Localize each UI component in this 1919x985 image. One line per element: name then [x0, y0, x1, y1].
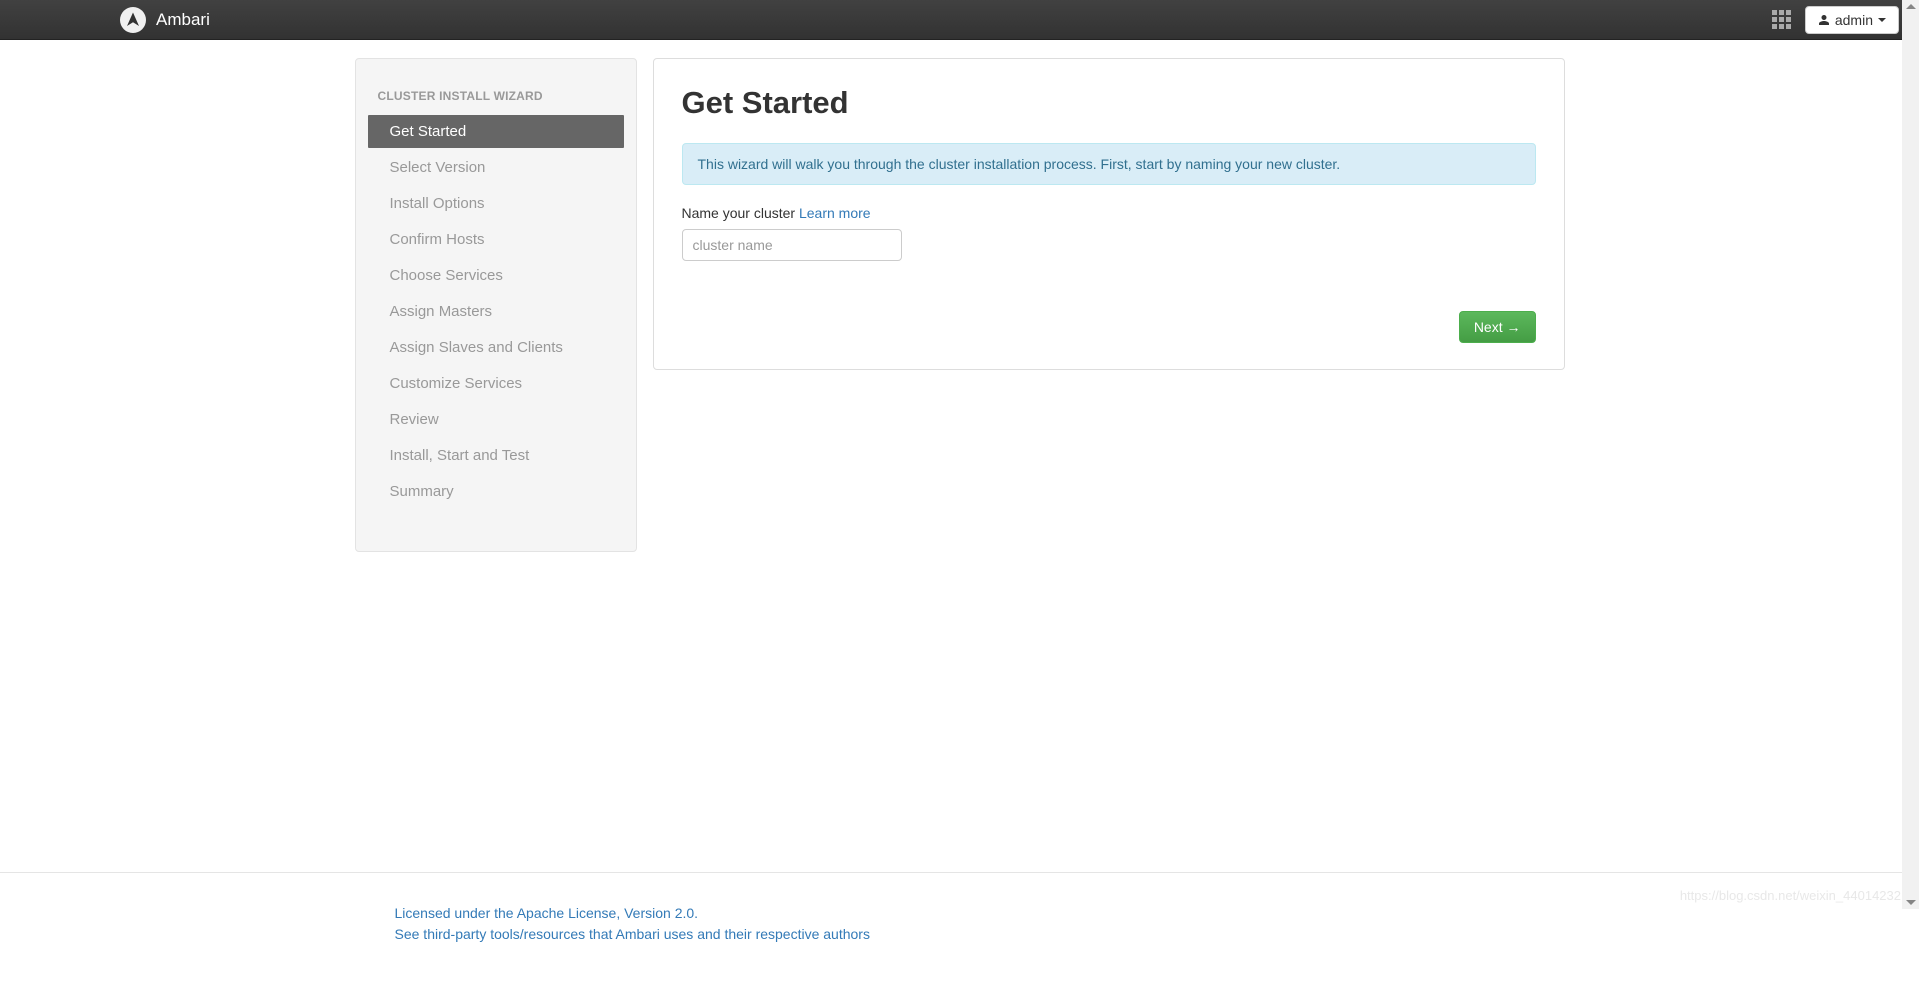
- wizard-step-assign-masters[interactable]: Assign Masters: [368, 295, 624, 328]
- next-button[interactable]: Next →: [1459, 311, 1536, 343]
- cluster-name-input[interactable]: [682, 229, 902, 261]
- sidebar-title: CLUSTER INSTALL WIZARD: [356, 59, 636, 115]
- wizard-step-review[interactable]: Review: [368, 403, 624, 436]
- thirdparty-link[interactable]: See third-party tools/resources that Amb…: [395, 924, 1565, 945]
- caret-down-icon: [1878, 18, 1886, 22]
- user-dropdown-button[interactable]: admin: [1805, 6, 1899, 34]
- page-footer: Licensed under the Apache License, Versi…: [0, 872, 1919, 985]
- navbar: Ambari admin: [0, 0, 1919, 40]
- learn-more-link[interactable]: Learn more: [799, 205, 871, 221]
- wizard-step-install-start-test[interactable]: Install, Start and Test: [368, 439, 624, 472]
- scroll-up-icon[interactable]: [1906, 4, 1916, 9]
- wizard-step-select-version[interactable]: Select Version: [368, 151, 624, 184]
- user-label: admin: [1835, 12, 1873, 28]
- intro-alert: This wizard will walk you through the cl…: [682, 143, 1536, 185]
- panel-footer: Next →: [682, 311, 1536, 343]
- vertical-scrollbar[interactable]: [1902, 0, 1919, 909]
- scroll-down-icon[interactable]: [1906, 900, 1916, 905]
- wizard-step-install-options[interactable]: Install Options: [368, 187, 624, 220]
- wizard-step-assign-slaves[interactable]: Assign Slaves and Clients: [368, 331, 624, 364]
- user-icon: [1818, 14, 1830, 26]
- navbar-right: admin: [1772, 6, 1899, 34]
- page-title: Get Started: [682, 85, 1536, 121]
- wizard-step-choose-services[interactable]: Choose Services: [368, 259, 624, 292]
- wizard-step-summary[interactable]: Summary: [368, 475, 624, 508]
- wizard-step-customize-services[interactable]: Customize Services: [368, 367, 624, 400]
- ambari-logo-icon: [120, 7, 146, 33]
- license-link[interactable]: Licensed under the Apache License, Versi…: [395, 903, 1565, 924]
- wizard-step-confirm-hosts[interactable]: Confirm Hosts: [368, 223, 624, 256]
- wizard-step-get-started[interactable]: Get Started: [368, 115, 624, 148]
- brand-title: Ambari: [156, 10, 210, 30]
- navbar-brand[interactable]: Ambari: [120, 7, 210, 33]
- main-panel: Get Started This wizard will walk you th…: [653, 58, 1565, 370]
- main-container: CLUSTER INSTALL WIZARD Get Started Selec…: [325, 40, 1595, 592]
- cluster-name-label: Name your cluster Learn more: [682, 205, 1536, 221]
- wizard-sidebar: CLUSTER INSTALL WIZARD Get Started Selec…: [355, 58, 637, 552]
- apps-grid-icon[interactable]: [1772, 10, 1791, 29]
